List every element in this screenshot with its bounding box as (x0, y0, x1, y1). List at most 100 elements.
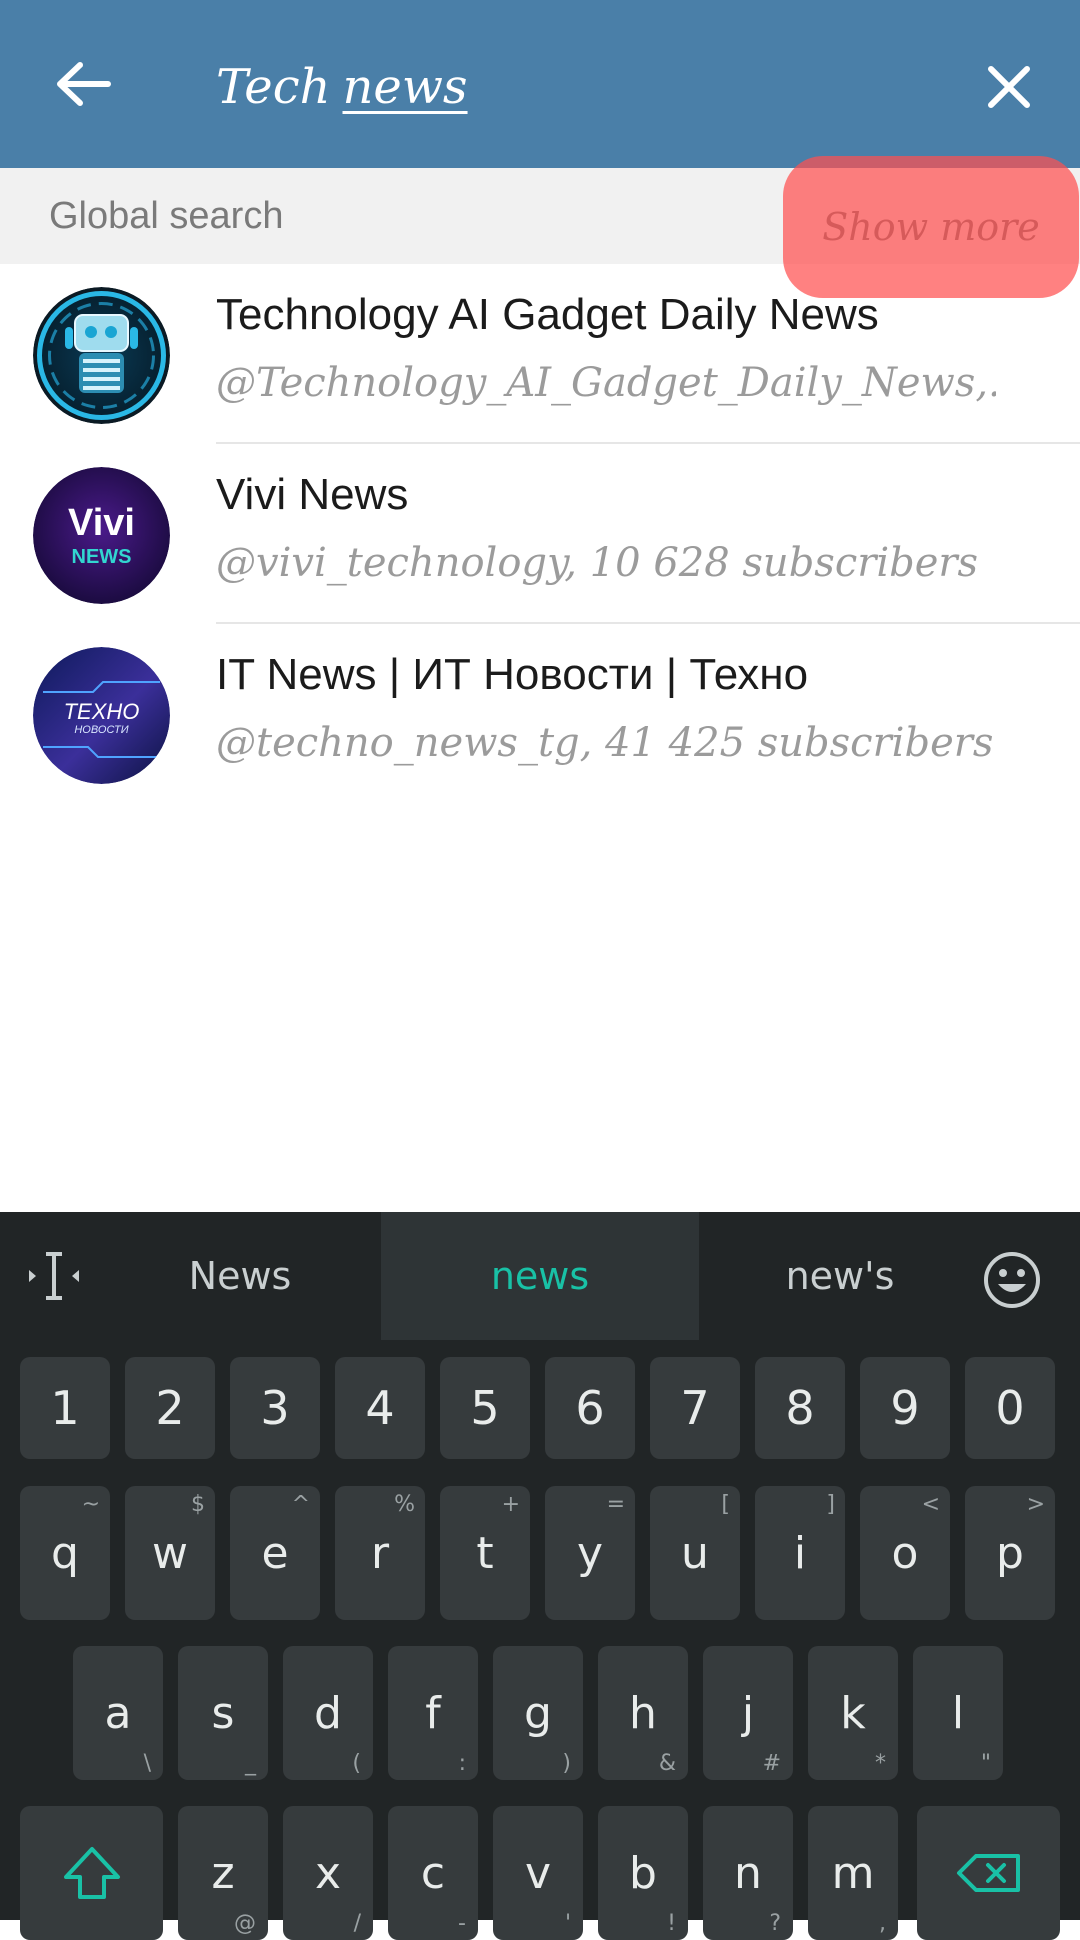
key-g[interactable]: g) (493, 1646, 583, 1780)
key-f[interactable]: f: (388, 1646, 478, 1780)
query-word-2: news (342, 59, 468, 115)
key-q[interactable]: q ~ (20, 1486, 110, 1620)
key-7[interactable]: 7 (650, 1357, 740, 1459)
list-item[interactable]: Technology AI Gadget Daily News @Technol… (0, 264, 1080, 444)
key-d[interactable]: d( (283, 1646, 373, 1780)
key-label: q (51, 1527, 79, 1579)
key-u[interactable]: u[ (650, 1486, 740, 1620)
techno-news-logo: ТЕХНО НОВОСТИ (33, 647, 170, 784)
key-alt-label: % (394, 1492, 415, 1517)
key-0[interactable]: 0 (965, 1357, 1055, 1459)
clear-button[interactable] (974, 52, 1044, 122)
key-label: k (840, 1687, 866, 1739)
back-button[interactable] (50, 50, 118, 118)
key-label: z (211, 1847, 235, 1899)
avatar (33, 287, 170, 424)
vivi-news-logo: Vivi NEWS (33, 467, 170, 604)
key-label: i (793, 1527, 807, 1579)
emoji-icon[interactable] (982, 1250, 1042, 1310)
key-2[interactable]: 2 (125, 1357, 215, 1459)
key-alt-label: + (501, 1492, 520, 1517)
result-subtitle: @Technology_AI_Gadget_Daily_News,... (216, 360, 996, 406)
key-label: a (104, 1687, 132, 1739)
key-label: 4 (365, 1381, 395, 1435)
suggestion-bar: News news new's (0, 1212, 1080, 1340)
result-subtitle: @vivi_technology, 10 628 subscribers (216, 540, 979, 586)
key-label: o (891, 1527, 919, 1579)
key-alt-label: @ (234, 1911, 256, 1936)
key-label: n (734, 1847, 762, 1899)
search-input[interactable]: Tech news (216, 52, 468, 122)
key-label: l (951, 1687, 965, 1739)
key-alt-label: ? (769, 1911, 781, 1936)
key-label: j (741, 1687, 755, 1739)
key-alt-label: ) (562, 1751, 571, 1776)
key-5[interactable]: 5 (440, 1357, 530, 1459)
key-label: b (629, 1847, 657, 1899)
key-alt-label: - (458, 1911, 466, 1936)
key-alt-label: [ (721, 1492, 730, 1517)
key-j[interactable]: j # (703, 1646, 793, 1780)
key-label: x (314, 1847, 342, 1899)
result-title: Technology AI Gadget Daily News (216, 290, 879, 339)
text-cursor-icon[interactable] (24, 1246, 84, 1306)
key-a[interactable]: a \ (73, 1646, 163, 1780)
key-t[interactable]: t + (440, 1486, 530, 1620)
key-label: 3 (260, 1381, 290, 1435)
key-alt-label: , (879, 1911, 886, 1936)
key-o[interactable]: o < (860, 1486, 950, 1620)
avatar: Vivi NEWS (33, 467, 170, 604)
key-label: 6 (575, 1381, 605, 1435)
key-label: 8 (785, 1381, 815, 1435)
key-alt-label: " (980, 1751, 991, 1776)
avatar: ТЕХНО НОВОСТИ (33, 647, 170, 784)
key-w[interactable]: w $ (125, 1486, 215, 1620)
key-y[interactable]: y = (545, 1486, 635, 1620)
key-label: 9 (890, 1381, 920, 1435)
key-l[interactable]: l " (913, 1646, 1003, 1780)
key-label: g (524, 1687, 552, 1739)
search-header: Tech news (0, 0, 1080, 168)
key-label: s (211, 1687, 235, 1739)
key-alt-label: > (1026, 1492, 1045, 1517)
suggestion[interactable]: News (130, 1212, 350, 1340)
avatar-text: Vivi (68, 502, 135, 544)
key-r[interactable]: r% (335, 1486, 425, 1620)
key-label: 1 (50, 1381, 80, 1435)
results-list: Technology AI Gadget Daily News @Technol… (0, 264, 1080, 804)
list-item[interactable]: ТЕХНО НОВОСТИ IT News | ИТ Новости | Тех… (0, 624, 1080, 804)
key-label: c (420, 1847, 446, 1899)
key-alt-label: ] (826, 1492, 835, 1517)
section-title: Global search (49, 195, 284, 237)
key-label: e (261, 1527, 289, 1579)
key-i[interactable]: i] (755, 1486, 845, 1620)
avatar-text: ТЕХНО (64, 699, 140, 724)
list-item[interactable]: Vivi NEWS Vivi News @vivi_technology, 10… (0, 444, 1080, 624)
key-p[interactable]: p > (965, 1486, 1055, 1620)
key-4[interactable]: 4 (335, 1357, 425, 1459)
key-9[interactable]: 9 (860, 1357, 950, 1459)
key-label: d (314, 1687, 342, 1739)
key-1[interactable]: 1 (20, 1357, 110, 1459)
key-alt-label: < (921, 1492, 940, 1517)
key-alt-label: \ (143, 1751, 151, 1776)
key-6[interactable]: 6 (545, 1357, 635, 1459)
key-8[interactable]: 8 (755, 1357, 845, 1459)
key-alt-label: ~ (81, 1492, 100, 1517)
key-e[interactable]: e ^ (230, 1486, 320, 1620)
key-k[interactable]: k * (808, 1646, 898, 1780)
key-label: w (152, 1527, 188, 1579)
key-h[interactable]: h & (598, 1646, 688, 1780)
key-s[interactable]: s _ (178, 1646, 268, 1780)
key-alt-label: ^ (291, 1492, 310, 1517)
key-alt-label: * (875, 1751, 886, 1776)
suggestion-selected[interactable]: news (381, 1212, 699, 1340)
key-3[interactable]: 3 (230, 1357, 320, 1459)
key-label: r (370, 1527, 390, 1579)
key-label: 2 (155, 1381, 185, 1435)
suggestion[interactable]: new's (730, 1212, 950, 1340)
arrow-left-icon (57, 62, 111, 106)
key-label: m (831, 1847, 875, 1899)
backspace-icon (956, 1854, 1020, 1892)
key-label: p (996, 1527, 1024, 1579)
